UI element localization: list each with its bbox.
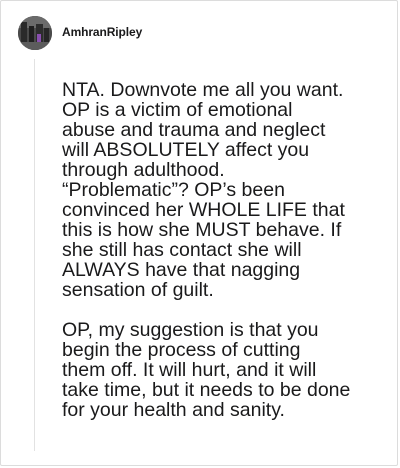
comment-paragraph: OP, my suggestion is that you begin the … bbox=[62, 319, 351, 421]
comment-card: AmhranRipley NTA. Downvote me all you wa… bbox=[0, 0, 398, 466]
comment-paragraph: NTA. Downvote me all you want. OP is a v… bbox=[62, 79, 345, 301]
avatar[interactable] bbox=[18, 16, 52, 50]
username-link[interactable]: AmhranRipley bbox=[62, 25, 142, 39]
comment-body: NTA. Downvote me all you want. OP is a v… bbox=[62, 80, 396, 420]
thread-line[interactable] bbox=[34, 59, 35, 451]
avatar-image bbox=[18, 16, 52, 50]
